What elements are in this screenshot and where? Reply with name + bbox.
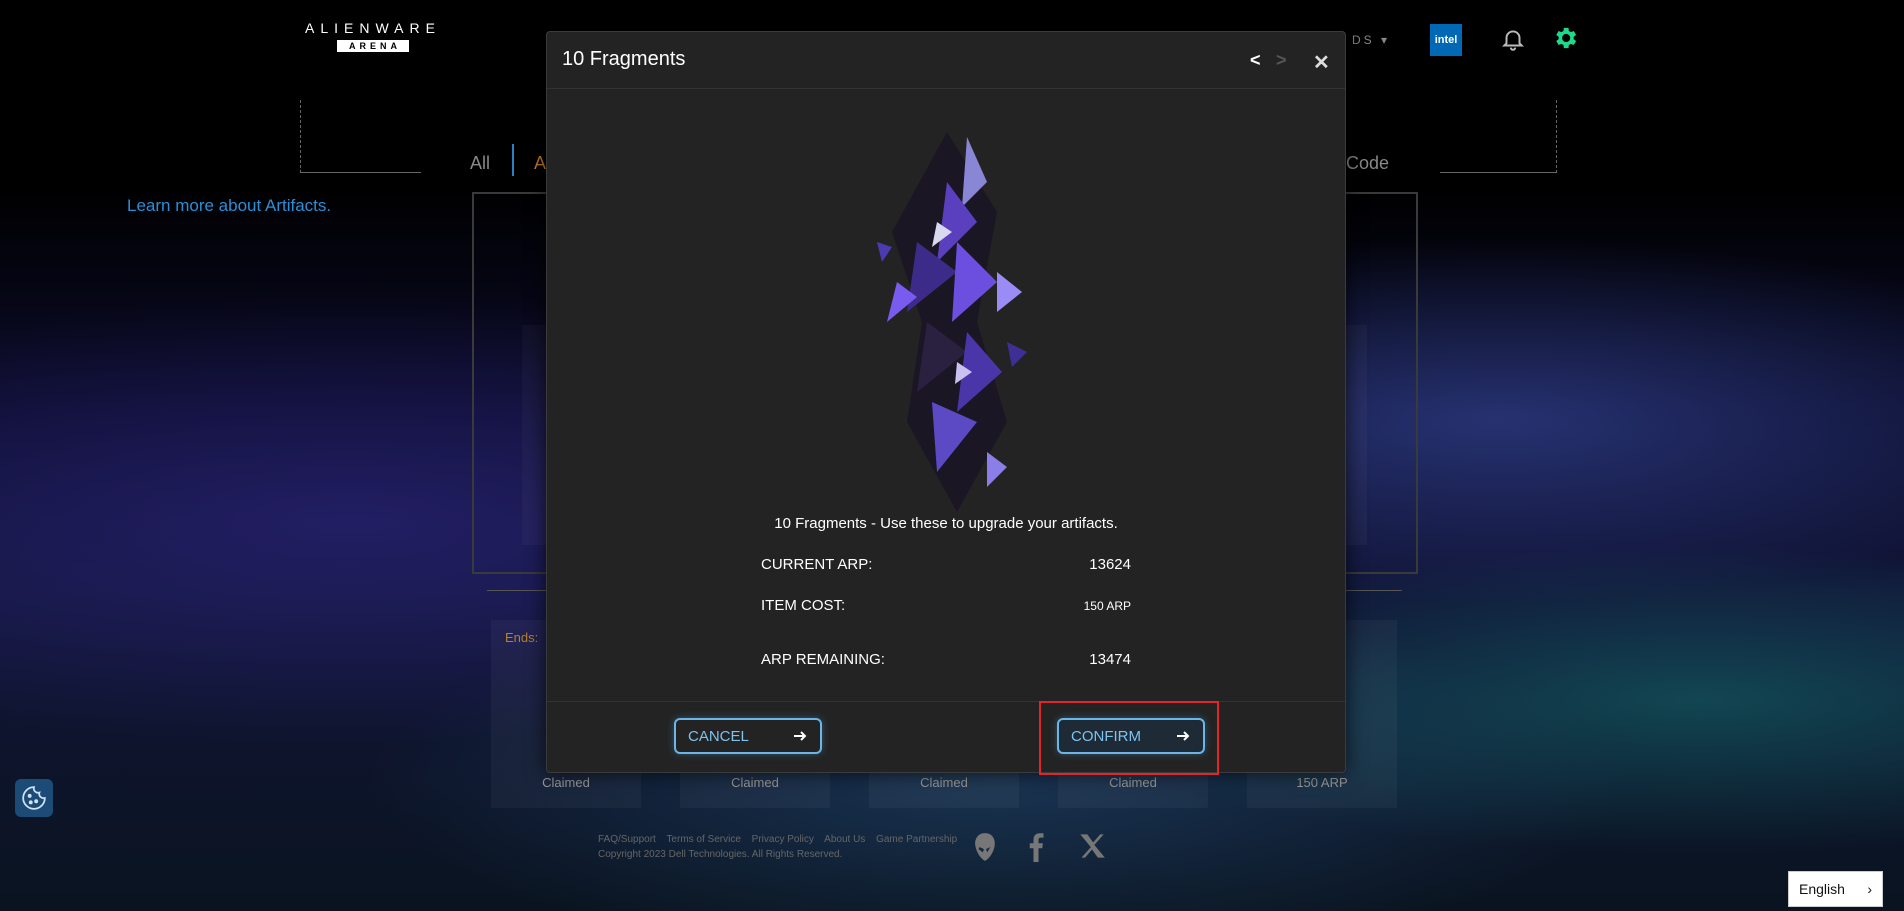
modal-header: 10 Fragments < > ✕ — [547, 32, 1345, 89]
confirm-highlight-box — [1039, 701, 1219, 775]
prev-item-button[interactable]: < — [1250, 50, 1261, 71]
logo-bottom-text: ARENA — [336, 40, 409, 52]
current-arp-value: 13624 — [1089, 556, 1131, 573]
gear-icon[interactable] — [1551, 24, 1579, 57]
tab-separator — [512, 144, 514, 176]
alien-icon[interactable] — [972, 832, 998, 867]
tab-active[interactable]: A — [534, 153, 546, 174]
footer-links: FAQ/Support Terms of Service Privacy Pol… — [598, 834, 965, 845]
footer-link-privacy[interactable]: Privacy Policy — [752, 834, 814, 845]
footer-link-partnership[interactable]: Game Partnership — [876, 834, 957, 845]
intel-badge[interactable]: intel — [1430, 24, 1462, 56]
tab-all[interactable]: All — [470, 153, 490, 174]
item-cost-label: ITEM COST: — [761, 597, 846, 614]
item-description: 10 Fragments - Use these to upgrade your… — [774, 515, 1118, 532]
footer-link-about[interactable]: About Us — [824, 834, 865, 845]
alienware-arena-logo[interactable]: ALIENWARE ARENA — [300, 20, 446, 54]
tile-status: Claimed — [731, 775, 779, 790]
cookie-settings-button[interactable] — [15, 779, 53, 817]
logo-top-text: ALIENWARE — [305, 20, 441, 36]
bell-icon[interactable] — [1500, 26, 1526, 57]
fragments-artwork — [877, 132, 1027, 512]
tile-status: Claimed — [920, 775, 968, 790]
tile-price: 150 ARP — [1296, 775, 1348, 790]
tile-status: Claimed — [542, 775, 590, 790]
tab-code[interactable]: Code — [1346, 153, 1389, 174]
x-icon[interactable] — [1078, 832, 1106, 865]
language-label: English — [1799, 881, 1845, 897]
chevron-right-icon: › — [1867, 881, 1872, 897]
cancel-button-label: CANCEL — [688, 727, 749, 745]
language-selector[interactable]: English › — [1788, 871, 1883, 907]
facebook-icon[interactable] — [1026, 832, 1046, 867]
next-item-button[interactable]: > — [1276, 50, 1287, 71]
arp-remaining-value: 13474 — [1089, 651, 1131, 668]
tile-status: Claimed — [1109, 775, 1157, 790]
item-cost-value: 150 ARP — [1083, 599, 1131, 613]
nav-menu-fragment[interactable]: DS ▾ — [1352, 33, 1390, 47]
decorative-frame-right — [1440, 100, 1557, 173]
footer-link-faq[interactable]: FAQ/Support — [598, 834, 656, 845]
copyright-text: Copyright 2023 Dell Technologies. All Ri… — [598, 849, 843, 860]
decorative-frame-left — [300, 100, 421, 173]
cancel-button[interactable]: CANCEL — [674, 718, 822, 754]
close-icon[interactable]: ✕ — [1313, 50, 1330, 75]
current-arp-label: CURRENT ARP: — [761, 556, 873, 573]
cookie-icon — [22, 786, 46, 810]
nav-menu-fragment-label: DS — [1352, 33, 1375, 47]
arrow-right-icon — [794, 731, 807, 741]
footer-link-terms[interactable]: Terms of Service — [666, 834, 740, 845]
modal-title: 10 Fragments — [562, 48, 686, 70]
learn-more-link[interactable]: Learn more about Artifacts. — [127, 196, 331, 216]
modal-footer-divider — [547, 701, 1345, 702]
purchase-modal: 10 Fragments < > ✕ 10 Fragments - Use th… — [546, 31, 1346, 775]
arp-remaining-label: ARP REMAINING: — [761, 651, 885, 668]
